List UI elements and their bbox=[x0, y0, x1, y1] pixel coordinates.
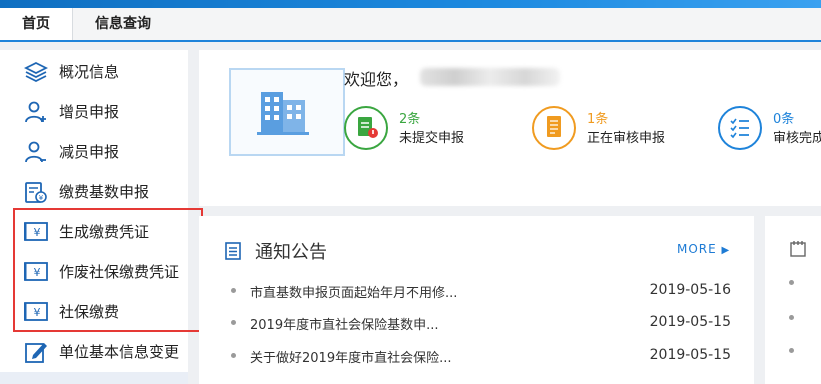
sidebar-item-label: 增员申报 bbox=[59, 103, 120, 121]
notice-title: 通知公告 bbox=[255, 242, 327, 263]
bullet-icon bbox=[789, 315, 794, 320]
notice-item-title: 2019年度市直社会保险基数申... bbox=[250, 318, 439, 333]
triangle-right-icon: ▶ bbox=[721, 245, 731, 256]
sidebar-item-label: 减员申报 bbox=[59, 143, 120, 161]
bullet-icon bbox=[231, 320, 236, 325]
notice-item-date: 2019-05-15 bbox=[649, 347, 731, 363]
stat-count: 2条 bbox=[399, 112, 421, 127]
sidebar-item-add-staff[interactable]: 增员申报 bbox=[0, 92, 188, 132]
svg-text:¥: ¥ bbox=[39, 194, 44, 202]
bullet-icon bbox=[231, 353, 236, 358]
notice-item[interactable]: 市直基数申报页面起始年月不用修... 2019-05-16 bbox=[231, 276, 731, 308]
stat-label: 正在审核申报 bbox=[587, 131, 666, 146]
fee-base-icon: ¥ bbox=[25, 182, 47, 203]
sidebar-item-partial[interactable] bbox=[0, 372, 188, 384]
sidebar-item-overview[interactable]: 概况信息 bbox=[0, 52, 188, 92]
sidebar-item-remove-staff[interactable]: 减员申报 bbox=[0, 132, 188, 172]
document-icon bbox=[532, 106, 576, 150]
tab-info-query[interactable]: 信息查询 bbox=[80, 8, 166, 40]
tab-home[interactable]: 首页 bbox=[0, 8, 73, 40]
highlight-box bbox=[13, 208, 203, 332]
user-remove-icon bbox=[25, 141, 46, 163]
more-link[interactable]: MORE ▶ bbox=[677, 242, 730, 256]
notice-panel: 通知公告 MORE ▶ 市直基数申报页面起始年月不用修... 2019-05-1… bbox=[199, 216, 754, 384]
layers-icon bbox=[24, 61, 48, 83]
notice-item-date: 2019-05-15 bbox=[649, 314, 731, 330]
notice-icon bbox=[225, 242, 241, 260]
more-label: MORE bbox=[677, 242, 717, 256]
sidebar-item-label: 单位基本信息变更 bbox=[59, 343, 180, 361]
right-panel-partial bbox=[765, 216, 821, 384]
stat-count: 0条 bbox=[773, 112, 795, 127]
edit-icon bbox=[25, 343, 47, 363]
user-add-icon bbox=[25, 101, 46, 123]
document-icon bbox=[790, 241, 806, 257]
sidebar-item-label: 概况信息 bbox=[59, 63, 120, 81]
sidebar-item-label: 缴费基数申报 bbox=[59, 183, 150, 201]
building-icon bbox=[257, 92, 309, 135]
notice-item-title: 关于做好2019年度市直社会保险... bbox=[250, 351, 452, 366]
bullet-icon bbox=[789, 348, 794, 353]
stat-label: 未提交申报 bbox=[399, 131, 465, 146]
bullet-icon bbox=[789, 280, 794, 285]
tab-bar: 首页 信息查询 bbox=[0, 8, 821, 42]
checklist-icon bbox=[718, 106, 762, 150]
stat-label: 审核完成 bbox=[773, 131, 821, 146]
notice-item[interactable]: 2019年度市直社会保险基数申... 2019-05-15 bbox=[231, 308, 731, 340]
notice-item-title: 市直基数申报页面起始年月不用修... bbox=[250, 286, 458, 301]
stat-count: 1条 bbox=[587, 112, 609, 127]
bullet-icon bbox=[231, 288, 236, 293]
top-header-strip bbox=[0, 0, 821, 8]
company-logo bbox=[229, 68, 345, 156]
notice-item[interactable]: 关于做好2019年度市直社会保险... 2019-05-15 bbox=[231, 341, 731, 373]
sidebar-item-fee-base[interactable]: ¥ 缴费基数申报 bbox=[0, 172, 188, 212]
redacted-username bbox=[420, 68, 560, 86]
notice-item-date: 2019-05-16 bbox=[649, 282, 731, 298]
welcome-panel: 欢迎您， 2条 未提交申报 1条 正在审核申报 0条 审核完成 bbox=[199, 50, 821, 206]
sidebar-item-unit-info-change[interactable]: 单位基本信息变更 bbox=[0, 332, 188, 372]
document-flag-icon bbox=[344, 106, 388, 150]
welcome-greeting: 欢迎您， bbox=[344, 70, 409, 89]
